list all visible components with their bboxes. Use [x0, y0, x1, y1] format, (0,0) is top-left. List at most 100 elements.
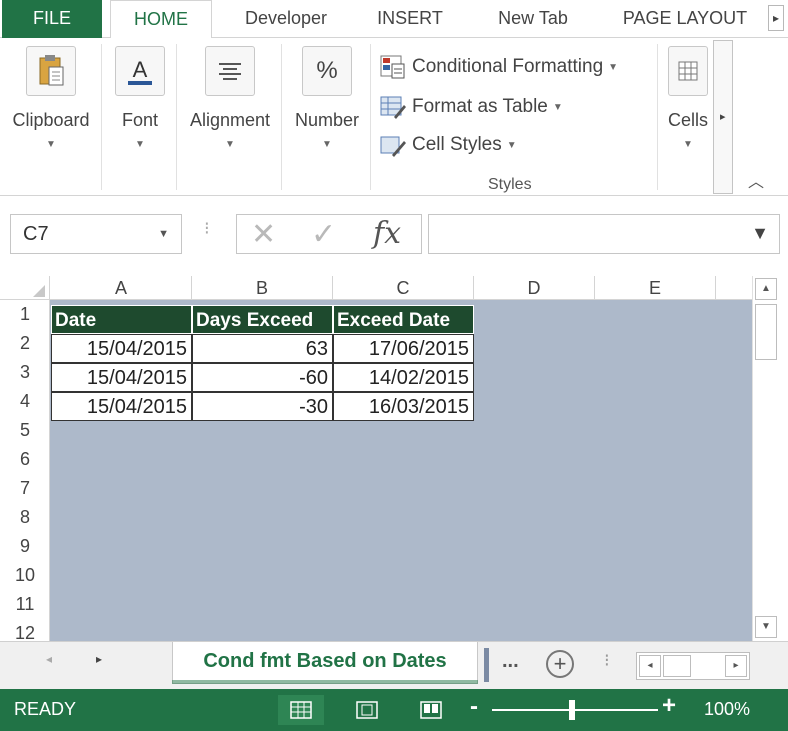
number-button[interactable]: % Number ▼: [283, 46, 371, 150]
tab-scroll-right-icon[interactable]: ▸: [768, 5, 784, 31]
formula-input[interactable]: ▼: [428, 214, 780, 254]
number-label: Number: [294, 110, 360, 130]
formula-bar-grip-icon[interactable]: ⁝: [204, 218, 210, 239]
ribbon-scroll-right-icon[interactable]: ▸: [720, 110, 726, 123]
zoom-out-icon[interactable]: -: [470, 693, 478, 721]
cell-b4[interactable]: -30: [192, 392, 333, 421]
horizontal-scroll-thumb[interactable]: [663, 655, 691, 677]
next-sheet-icon[interactable]: ▸: [96, 652, 102, 666]
conditional-formatting-button[interactable]: Conditional Formatting ▼: [380, 52, 618, 82]
font-icon: A: [115, 46, 165, 96]
tab-split-handle[interactable]: [484, 648, 489, 682]
tab-page-layout[interactable]: PAGE LAYOUT: [610, 0, 760, 38]
chevron-down-icon: ▼: [322, 139, 332, 150]
chevron-down-icon[interactable]: ▼: [158, 215, 169, 253]
row-header[interactable]: 7: [0, 474, 50, 503]
alignment-button[interactable]: Alignment ▼: [178, 46, 282, 150]
cell-c1[interactable]: Exceed Date: [333, 305, 474, 334]
clipboard-button[interactable]: Clipboard ▼: [2, 46, 100, 150]
row-header[interactable]: 3: [0, 358, 50, 387]
cell-a4[interactable]: 15/04/2015: [51, 392, 192, 421]
cell-styles-button[interactable]: Cell Styles ▼: [380, 130, 517, 160]
group-clipboard: Clipboard ▼: [0, 44, 102, 190]
cell-b2[interactable]: 63: [192, 334, 333, 363]
collapse-ribbon-icon[interactable]: ︿: [748, 168, 764, 192]
row-header[interactable]: 4: [0, 387, 50, 416]
cell-a3[interactable]: 15/04/2015: [51, 363, 192, 392]
scroll-right-icon[interactable]: ▸: [725, 655, 747, 677]
row-header[interactable]: 11: [0, 590, 50, 619]
format-as-table-button[interactable]: Format as Table ▼: [380, 92, 563, 122]
font-button[interactable]: A Font ▼: [103, 46, 177, 150]
row-header[interactable]: 5: [0, 416, 50, 445]
vertical-scroll-thumb[interactable]: [755, 304, 777, 360]
sheet-tab-bar: ◂ ▸ Cond fmt Based on Dates ... + ⁝ ◂ ▸: [0, 641, 788, 689]
cell-styles-label: Cell Styles: [412, 134, 502, 155]
row-header[interactable]: 10: [0, 561, 50, 590]
zoom-slider-thumb[interactable]: [569, 700, 575, 720]
horizontal-scrollbar[interactable]: ◂ ▸: [636, 652, 750, 680]
alignment-label: Alignment: [189, 110, 271, 130]
cancel-icon[interactable]: ✕: [251, 217, 276, 253]
row-header[interactable]: 2: [0, 329, 50, 358]
tab-new-tab[interactable]: New Tab: [478, 0, 588, 38]
scroll-up-icon[interactable]: ▲: [755, 278, 777, 300]
row-header[interactable]: 9: [0, 532, 50, 561]
tab-file[interactable]: FILE: [2, 0, 102, 38]
row-header[interactable]: 8: [0, 503, 50, 532]
cells-icon: [668, 46, 708, 96]
column-header-d[interactable]: D: [474, 276, 595, 300]
cell-b3[interactable]: -60: [192, 363, 333, 392]
zoom-in-icon[interactable]: +: [662, 692, 676, 720]
more-sheets-button[interactable]: ...: [502, 650, 519, 673]
cell-c4[interactable]: 16/03/2015: [333, 392, 474, 421]
row-header[interactable]: 1: [0, 300, 50, 329]
row-header[interactable]: 6: [0, 445, 50, 474]
tab-developer[interactable]: Developer: [224, 0, 348, 38]
column-header-b[interactable]: B: [192, 276, 333, 300]
chevron-down-icon: ▼: [683, 139, 693, 150]
tab-home[interactable]: HOME: [110, 0, 212, 39]
add-sheet-icon[interactable]: +: [546, 650, 574, 678]
page-break-view-icon[interactable]: [408, 695, 454, 725]
font-label: Font: [121, 110, 159, 130]
insert-function-icon[interactable]: fx: [373, 215, 401, 253]
cell-a1[interactable]: Date: [51, 305, 192, 334]
previous-sheet-icon[interactable]: ◂: [46, 652, 52, 666]
scroll-down-icon[interactable]: ▼: [755, 616, 777, 638]
scroll-left-icon[interactable]: ◂: [639, 655, 661, 677]
status-bar: READY - + 100%: [0, 689, 788, 731]
column-header-e[interactable]: E: [595, 276, 716, 300]
row-header[interactable]: 12: [0, 619, 50, 641]
cell-b1[interactable]: Days Exceed: [192, 305, 333, 334]
zoom-level[interactable]: 100%: [704, 699, 750, 720]
percent-icon: %: [302, 46, 352, 96]
svg-text:A: A: [133, 57, 148, 82]
page-layout-view-icon[interactable]: [344, 695, 390, 725]
expand-formula-bar-icon[interactable]: ▼: [751, 223, 769, 244]
chevron-down-icon: ▼: [46, 139, 56, 150]
conditional-formatting-icon: [380, 55, 406, 79]
cell-c3[interactable]: 14/02/2015: [333, 363, 474, 392]
column-header-c[interactable]: C: [333, 276, 474, 300]
cells-button[interactable]: Cells ▼: [664, 46, 712, 150]
worksheet-grid[interactable]: A B C D E 1 2 3 4 5 6 7 8 9 10 11 12 Dat…: [0, 276, 752, 641]
cell-a2[interactable]: 15/04/2015: [51, 334, 192, 363]
normal-view-icon[interactable]: [278, 695, 324, 725]
name-box[interactable]: C7 ▼: [10, 214, 182, 254]
select-all-button[interactable]: [0, 276, 50, 300]
hscroll-split-icon[interactable]: ⁝: [604, 650, 610, 671]
format-as-table-icon: [380, 95, 406, 119]
enter-check-icon[interactable]: ✓: [311, 217, 336, 253]
vertical-scrollbar[interactable]: ▲ ▼: [752, 276, 780, 641]
zoom-slider[interactable]: [492, 709, 658, 711]
cell-styles-icon: [380, 133, 406, 157]
select-all-icon: [33, 285, 45, 297]
cell-c2[interactable]: 17/06/2015: [333, 334, 474, 363]
formula-buttons: ✕ ✓ fx: [236, 214, 422, 254]
ribbon: Clipboard ▼ A Font ▼ Alignment ▼ % Numbe…: [0, 38, 788, 196]
sheet-tab-active[interactable]: Cond fmt Based on Dates: [172, 642, 478, 684]
column-header-a[interactable]: A: [51, 276, 192, 300]
tab-insert[interactable]: INSERT: [364, 0, 456, 38]
styles-group-label: Styles: [488, 176, 532, 193]
